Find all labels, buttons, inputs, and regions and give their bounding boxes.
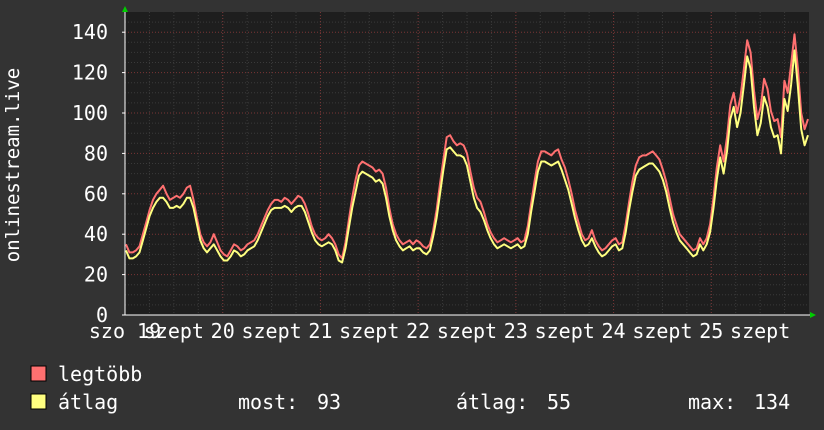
y-tick-label: 60 [84,182,108,206]
x-tick-label: szept [144,319,204,343]
x-tick-label: szept [241,319,301,343]
y-axis-label: onlinestream.live [2,68,24,262]
stat-max-label: max: [688,390,736,414]
x-tick-label: 25 [699,319,723,343]
y-tick-label: 140 [72,20,108,44]
x-tick-label: szept [339,319,399,343]
x-tick-label: 20 [211,319,235,343]
y-tick-label: 40 [84,222,108,246]
legend-label-legtobb: legtöbb [58,362,142,386]
x-tick-label: szept [632,319,692,343]
x-tick-label: 22 [406,319,430,343]
stat-most-value: 93 [317,390,341,414]
stat-atlag-value: 55 [547,390,571,414]
y-tick-label: 100 [72,101,108,125]
y-axis: 020406080100120140 [72,8,126,327]
chart: 020406080100120140 szo 19szept 20 szept 21 s… [2,6,816,414]
legend-swatch-legtobb [30,365,47,382]
x-axis: szo 19szept 20 szept 21 szept 22 szept 23 szept 2… [89,314,811,343]
x-tick-label: 23 [504,319,528,343]
x-tick-label: 24 [602,319,626,343]
x-tick-label: szept [437,319,497,343]
x-tick-label: szept [730,319,790,343]
legend-label-atlag: átlag [58,390,118,414]
y-tick-label: 20 [84,263,108,287]
y-axis-arrow-icon [122,6,128,12]
stat-atlag-label: átlag: [456,390,528,414]
y-tick-label: 120 [72,61,108,85]
legend: legtöbb átlag most: 93 átlag: 55 max: 13… [30,362,790,414]
x-tick-label: szept [535,319,595,343]
x-axis-arrow-icon [810,312,816,318]
x-tick-label: 21 [308,319,332,343]
stat-max-value: 134 [754,390,790,414]
stat-most-label: most: [238,390,298,414]
y-tick-label: 80 [84,141,108,165]
legend-swatch-atlag [30,393,47,410]
